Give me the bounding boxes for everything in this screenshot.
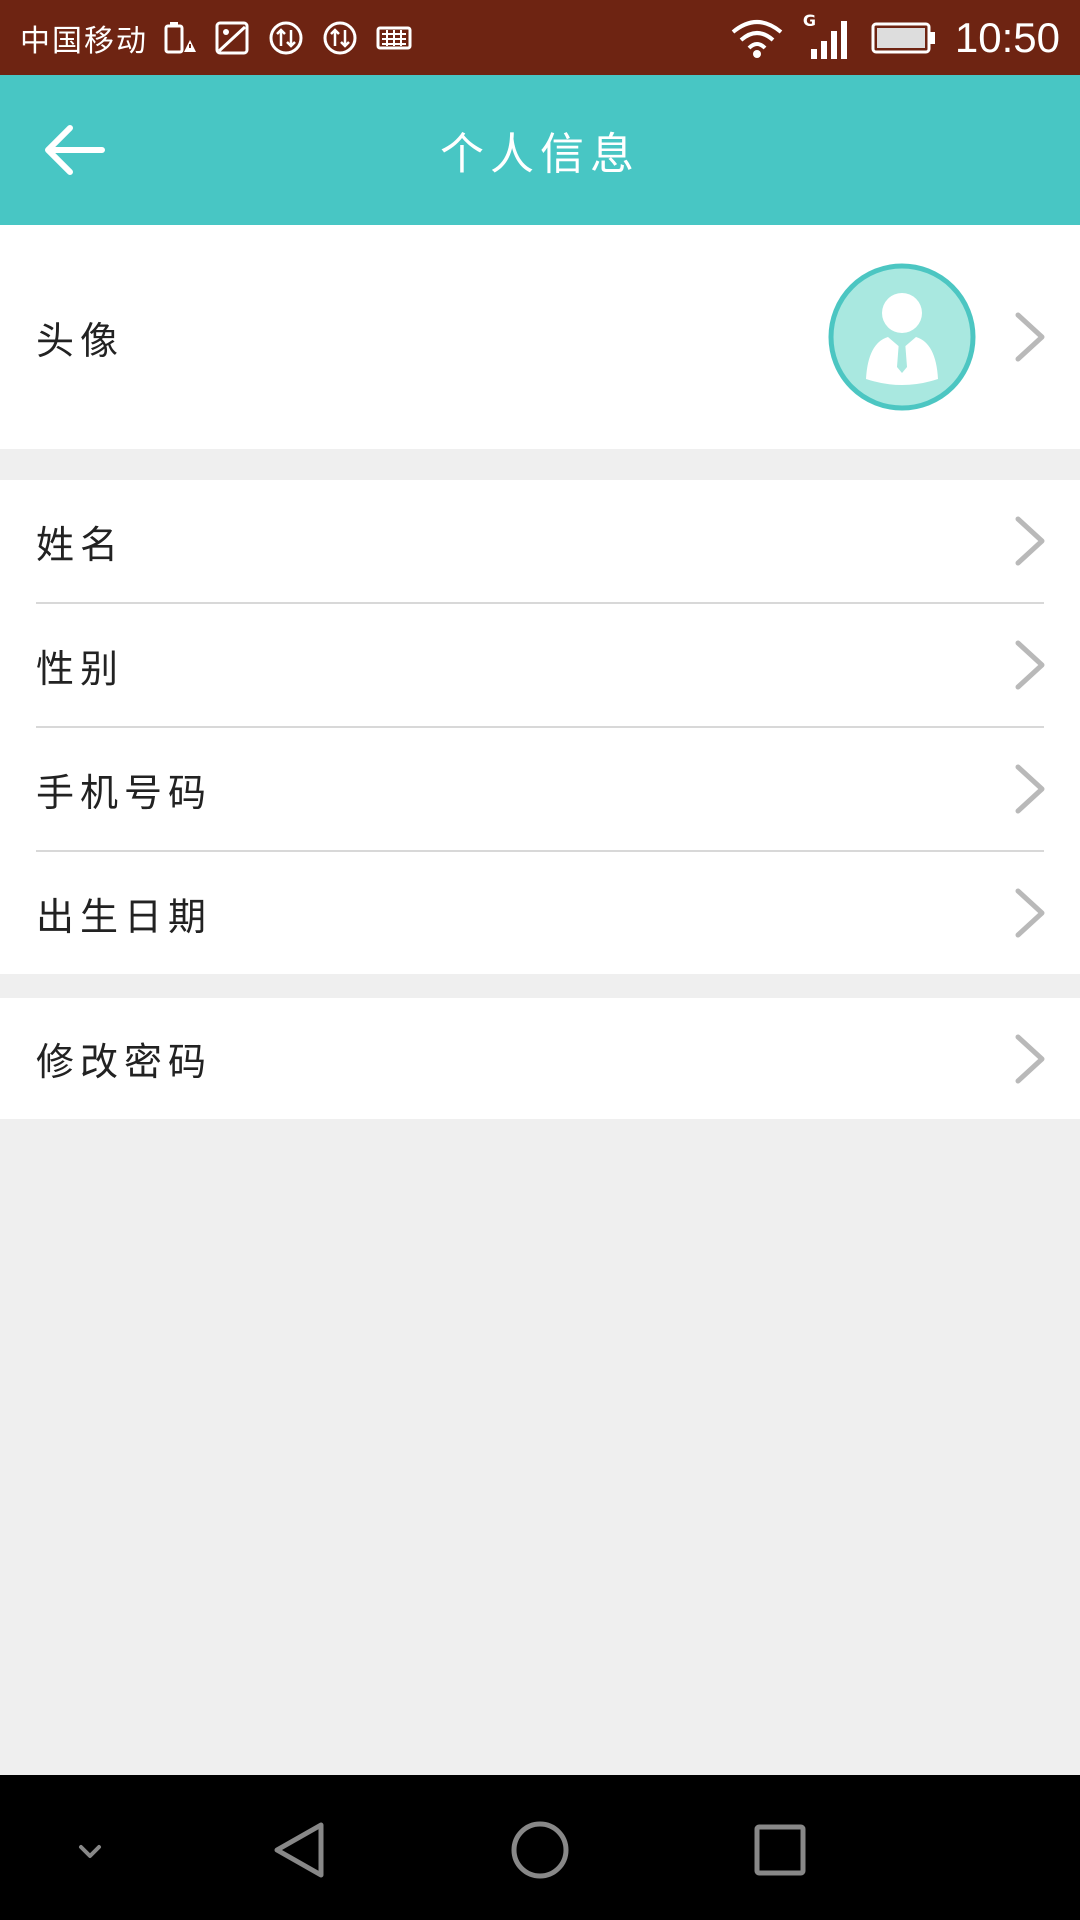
status-bar: 中国移动 G 10:50 xyxy=(0,0,1080,75)
carrier-name: 中国移动 xyxy=(20,23,148,59)
battery-warning-icon xyxy=(164,21,196,53)
chevron-right-icon xyxy=(1015,888,1045,938)
recents-nav-icon[interactable] xyxy=(735,1805,825,1895)
app-bar: 个人信息 xyxy=(0,75,1080,225)
page-title: 个人信息 xyxy=(440,129,640,180)
chevron-right-icon xyxy=(1015,312,1045,362)
password-section: 修改密码 xyxy=(0,998,1080,1119)
back-nav-icon[interactable] xyxy=(255,1805,345,1895)
image-icon xyxy=(215,21,249,54)
chevron-right-icon xyxy=(1015,764,1045,814)
change-password-row[interactable]: 修改密码 xyxy=(0,998,1080,1119)
user-avatar-icon[interactable] xyxy=(828,263,976,411)
data-transfer-icon xyxy=(269,21,303,54)
signal-icon xyxy=(810,20,847,59)
avatar-row[interactable]: 头像 xyxy=(0,225,1080,449)
avatar-label: 头像 xyxy=(36,318,125,363)
system-status: G 10:50 xyxy=(729,11,1060,63)
gender-label: 性别 xyxy=(36,646,125,691)
screen: 中国移动 G 10:50 个人信息 头像 姓名 性别 手机号码 出生日期 修改密… xyxy=(0,0,1080,1920)
data-transfer-icon xyxy=(323,21,357,54)
keyboard-icon xyxy=(376,26,412,49)
navigation-bar xyxy=(0,1775,1080,1920)
home-nav-icon[interactable] xyxy=(495,1805,585,1895)
phone-label: 手机号码 xyxy=(36,770,213,815)
notification-icons xyxy=(160,20,412,56)
birthday-label: 出生日期 xyxy=(36,894,213,939)
chevron-right-icon xyxy=(1015,516,1045,566)
name-row[interactable]: 姓名 xyxy=(0,480,1080,602)
clock: 10:50 xyxy=(954,13,1060,61)
wifi-icon xyxy=(731,19,783,58)
chevron-right-icon xyxy=(1015,1034,1045,1083)
battery-icon xyxy=(871,22,935,53)
chevron-down-icon[interactable] xyxy=(45,1805,135,1895)
cellular-signal: G xyxy=(803,11,853,63)
chevron-right-icon xyxy=(1015,640,1045,690)
change-password-label: 修改密码 xyxy=(36,1040,213,1084)
name-label: 姓名 xyxy=(36,522,125,567)
avatar-section: 头像 xyxy=(0,225,1080,449)
info-section: 姓名 性别 手机号码 出生日期 xyxy=(0,480,1080,974)
birthday-row[interactable]: 出生日期 xyxy=(0,852,1080,974)
gender-row[interactable]: 性别 xyxy=(0,604,1080,726)
phone-row[interactable]: 手机号码 xyxy=(0,728,1080,850)
